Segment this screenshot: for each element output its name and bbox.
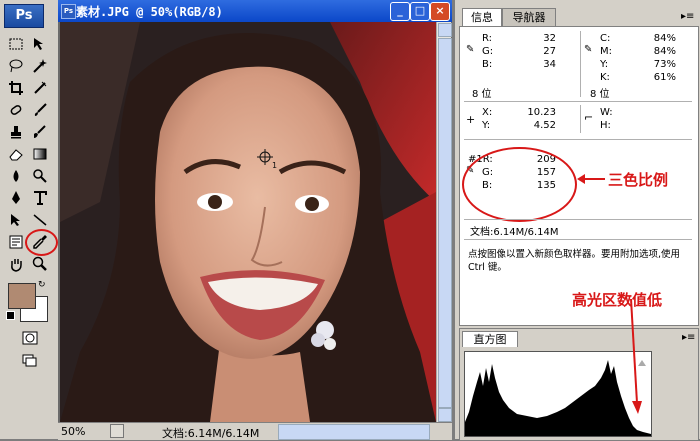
rgb-value-r: 32 bbox=[543, 33, 556, 44]
annotation-highlight-low: 高光区数值低 bbox=[572, 291, 663, 309]
document-titlebar[interactable]: Ps 素材.JPG @ 50%(RGB/8) _ □ × bbox=[58, 0, 452, 22]
x-label: X: bbox=[482, 107, 493, 118]
cmyk-value-y: 73% bbox=[653, 59, 676, 70]
rgb-label-b: B: bbox=[482, 59, 493, 70]
y-value: 4.52 bbox=[533, 120, 556, 131]
info-hint-text: 点按图像以置入新颜色取样器。要用附加选项,使用 Ctrl 键。 bbox=[468, 249, 681, 273]
cmyk-label-m: M: bbox=[600, 46, 612, 57]
hand-tool-icon[interactable] bbox=[6, 254, 26, 273]
rgb-value-b: 34 bbox=[543, 59, 556, 70]
info-divider-2 bbox=[464, 139, 692, 140]
panel-menu-icon[interactable]: ▸≡ bbox=[681, 11, 694, 22]
screen-mode-icon[interactable] bbox=[19, 350, 41, 369]
path-selection-icon[interactable] bbox=[6, 210, 26, 229]
scroll-thumb[interactable] bbox=[438, 38, 452, 408]
cmyk-value-k: 61% bbox=[653, 72, 676, 83]
arrow-annotation-icon bbox=[577, 174, 605, 184]
h-label: H: bbox=[600, 120, 611, 131]
arrow-histogram-annotation-icon bbox=[630, 299, 642, 414]
x-value: 10.23 bbox=[527, 107, 556, 118]
clone-stamp-icon[interactable] bbox=[6, 122, 26, 141]
info-divider-vertical-2 bbox=[580, 105, 581, 133]
move-tool-icon[interactable] bbox=[30, 34, 50, 53]
scroll-up-arrow-icon[interactable] bbox=[438, 23, 452, 37]
cmyk-value-m: 84% bbox=[653, 46, 676, 57]
ps-logo: Ps bbox=[4, 4, 44, 28]
notes-tool-icon[interactable] bbox=[6, 232, 26, 251]
y-label: Y: bbox=[482, 120, 491, 131]
healing-brush-icon[interactable] bbox=[6, 100, 26, 119]
maximize-button[interactable]: □ bbox=[410, 2, 430, 21]
info-doc-size: 文档:6.14M/6.14M bbox=[470, 227, 559, 238]
vertical-scrollbar[interactable] bbox=[436, 22, 452, 422]
zoom-level[interactable]: 50% bbox=[61, 425, 85, 438]
type-tool-icon[interactable] bbox=[30, 188, 50, 207]
close-button[interactable]: × bbox=[430, 2, 450, 21]
minimize-button[interactable]: _ bbox=[390, 2, 410, 21]
cmyk-value-c: 84% bbox=[653, 33, 676, 44]
tab-info[interactable]: 信息 bbox=[462, 8, 502, 26]
blur-tool-icon[interactable] bbox=[6, 166, 26, 185]
histogram-menu-icon[interactable]: ▸≡ bbox=[682, 332, 695, 343]
cmyk-label-y: Y: bbox=[600, 59, 609, 70]
info-panel-body: R: G: B: ✎ 32 27 34 8 位 C: M: Y: K: ✎ 84… bbox=[459, 26, 699, 326]
document-title: 素材.JPG @ 50%(RGB/8) bbox=[76, 5, 223, 19]
sample-highlight-circle bbox=[462, 147, 577, 222]
bit-depth-left: 8 位 bbox=[472, 89, 492, 100]
tab-navigator[interactable]: 导航器 bbox=[502, 8, 556, 26]
swap-colors-icon[interactable]: ↻ bbox=[38, 280, 46, 290]
zoom-tool-icon[interactable] bbox=[30, 254, 50, 273]
slice-tool-icon[interactable] bbox=[30, 78, 50, 97]
dodge-tool-icon[interactable] bbox=[30, 166, 50, 185]
annotation-color-ratio: 三色比例 bbox=[608, 171, 669, 189]
info-divider-3 bbox=[464, 219, 692, 220]
panel-tabs: 信息 导航器 ▸≡ bbox=[455, 6, 700, 26]
rgb-value-g: 27 bbox=[543, 46, 556, 57]
selection-size-icon: ⌐ bbox=[584, 111, 594, 124]
rgb-label-r: R: bbox=[482, 33, 493, 44]
w-label: W: bbox=[600, 107, 613, 118]
info-divider bbox=[464, 101, 692, 102]
image-canvas[interactable]: 1 bbox=[60, 22, 436, 422]
crosshair-icon: + bbox=[466, 113, 476, 126]
eraser-tool-icon[interactable] bbox=[6, 144, 26, 163]
cmyk-label-k: K: bbox=[600, 72, 610, 83]
info-divider-vertical bbox=[580, 31, 581, 97]
histogram-shape bbox=[465, 360, 651, 436]
status-menu-icon[interactable] bbox=[110, 424, 124, 438]
line-tool-icon[interactable] bbox=[30, 210, 50, 229]
info-divider-4 bbox=[464, 239, 692, 240]
rgb-label-g: G: bbox=[482, 46, 494, 57]
lasso-tool-icon[interactable] bbox=[6, 56, 26, 75]
brush-tool-icon[interactable] bbox=[30, 100, 50, 119]
toolbox: Ps ↻ bbox=[0, 0, 59, 439]
ps-document-icon: Ps bbox=[61, 4, 76, 19]
magic-wand-icon[interactable] bbox=[30, 56, 50, 75]
crop-tool-icon[interactable] bbox=[6, 78, 26, 97]
document-window: Ps 素材.JPG @ 50%(RGB/8) _ □ × 1 50% 文档:6.… bbox=[58, 0, 452, 440]
tab-histogram[interactable]: 直方图 bbox=[462, 331, 518, 347]
gradient-tool-icon[interactable] bbox=[30, 144, 50, 163]
default-colors-icon[interactable] bbox=[6, 311, 15, 320]
tool-highlight-circle bbox=[25, 229, 58, 256]
info-panel-group: 信息 导航器 ▸≡ R: G: B: ✎ 32 27 34 8 位 C: M: … bbox=[455, 0, 700, 441]
foreground-color-swatch[interactable] bbox=[8, 283, 36, 309]
svg-text:1: 1 bbox=[272, 161, 277, 170]
quick-mask-icon[interactable] bbox=[19, 328, 41, 347]
scroll-down-arrow-icon[interactable] bbox=[438, 408, 452, 422]
history-brush-icon[interactable] bbox=[30, 122, 50, 141]
histogram-panel: 直方图 ▸≡ bbox=[459, 299, 699, 441]
marquee-tool-icon[interactable] bbox=[6, 34, 26, 53]
horizontal-scrollbar[interactable] bbox=[278, 424, 430, 440]
pen-tool-icon[interactable] bbox=[6, 188, 26, 207]
portrait-image: 1 bbox=[60, 22, 436, 422]
eyedropper-cmyk-icon: ✎ bbox=[584, 44, 593, 55]
histogram-graph bbox=[464, 351, 652, 437]
eyedropper-readout-icon: ✎ bbox=[466, 44, 475, 55]
bit-depth-right: 8 位 bbox=[590, 89, 610, 100]
cmyk-label-c: C: bbox=[600, 33, 611, 44]
document-status-bar: 50% 文档:6.14M/6.14M bbox=[58, 422, 452, 440]
